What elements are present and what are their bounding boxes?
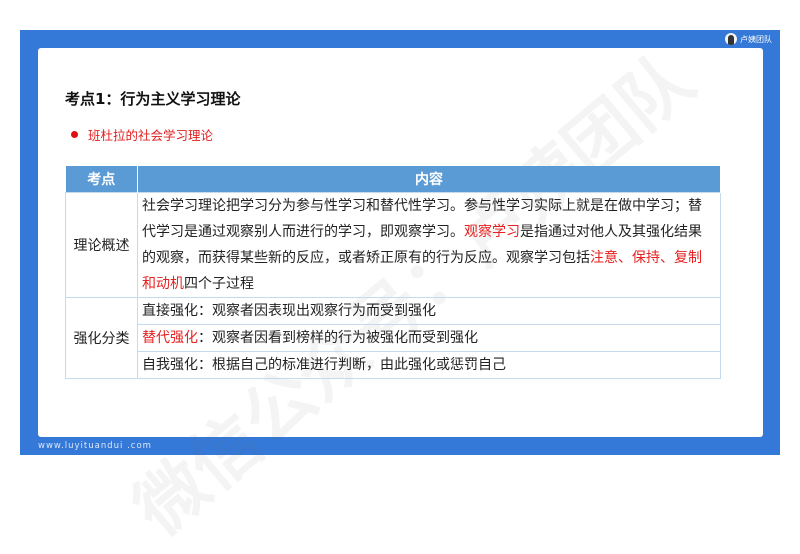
table-header: 考点 内容: [65, 166, 721, 192]
brand-logo: 卢姨团队: [725, 33, 772, 45]
highlight-segment: 观察学习: [464, 223, 520, 240]
sub-row: 替代强化：观察者因看到榜样的行为被强化而受到强化: [137, 323, 721, 352]
table-row: 自我强化：根据自己的标准进行判断，由此强化或惩罚自己: [66, 350, 721, 379]
page-title: 考点1：行为主义学习理论: [65, 90, 241, 108]
sub-row: 自我强化：根据自己的标准进行判断，由此强化或惩罚自己: [137, 350, 721, 379]
footer-url: www.luyituandui .com: [38, 441, 152, 451]
item-text: ：观察者因表现出观察行为而受到强化: [198, 302, 436, 319]
avatar-icon: [725, 33, 737, 45]
bullet-text: 班杜拉的社会学习理论: [88, 128, 214, 143]
row-content: 社会学习理论把学习分为参与性学习和替代性学习。参与性学习实际上就是在做中学习；替…: [137, 191, 721, 298]
table-row: 替代强化：观察者因看到榜样的行为被强化而受到强化: [66, 323, 721, 352]
table-row: 理论概述 社会学习理论把学习分为参与性学习和替代性学习。参与性学习实际上就是在做…: [65, 191, 721, 298]
header-content: 内容: [137, 166, 721, 192]
bullet-dot-icon: [71, 131, 78, 138]
sub-row: 直接强化：观察者因表现出观察行为而受到强化: [137, 296, 721, 325]
table-row: 强化分类 直接强化：观察者因表现出观察行为而受到强化: [65, 296, 721, 379]
content-table: 考点 内容 理论概述 社会学习理论把学习分为参与性学习和替代性学习。参与性学习实…: [65, 166, 721, 379]
row-key: 强化分类: [65, 296, 138, 379]
header-key: 考点: [65, 166, 138, 192]
row-key: 理论概述: [65, 191, 138, 298]
item-label: 替代强化: [142, 329, 198, 346]
item-label: 自我强化: [142, 356, 198, 373]
bullet-item: 班杜拉的社会学习理论: [71, 125, 213, 144]
brand-name: 卢姨团队: [740, 34, 772, 44]
item-label: 直接强化: [142, 302, 198, 319]
text-segment: 四个子过程: [184, 275, 254, 292]
item-text: ：观察者因看到榜样的行为被强化而受到强化: [198, 329, 478, 346]
item-text: ：根据自己的标准进行判断，由此强化或惩罚自己: [198, 356, 506, 373]
